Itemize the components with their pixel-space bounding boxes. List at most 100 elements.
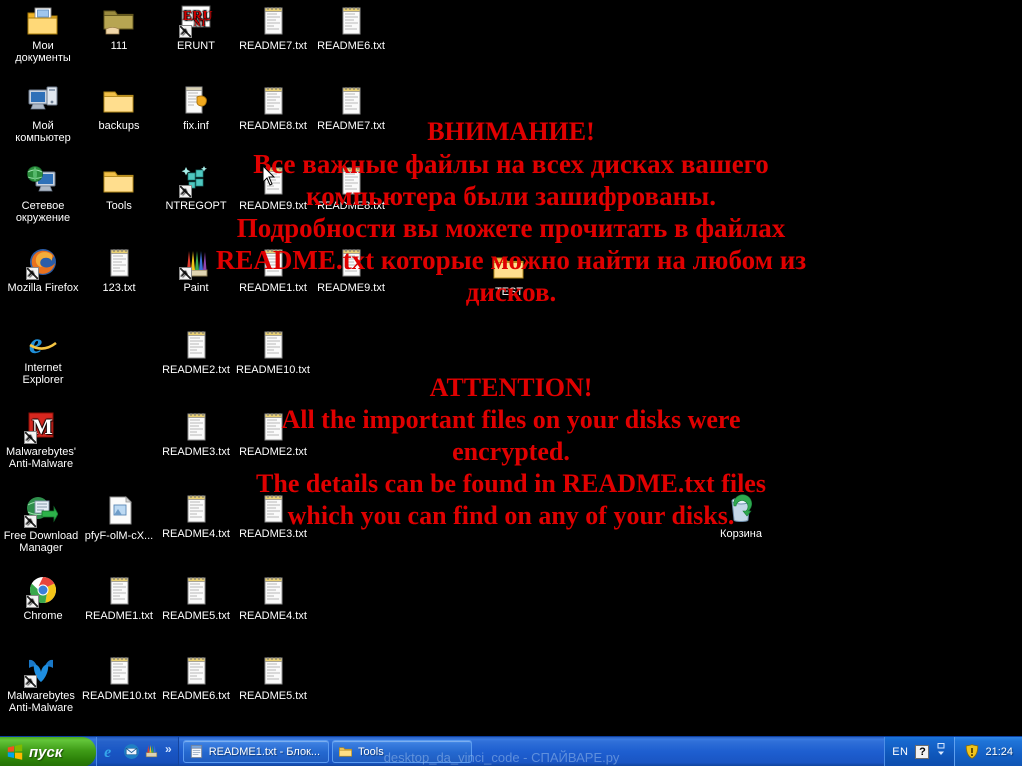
ransom-note-russian: ВНИМАНИЕ! Все важные файлы на всех диска… <box>0 116 1022 308</box>
paint-icon[interactable] <box>143 743 160 760</box>
notepad-file-icon <box>102 654 136 688</box>
desktop-icon-label: Мои документы <box>15 40 71 64</box>
desktop-icon-label: README6.txt <box>317 40 385 52</box>
desktop-icon[interactable]: ↗ Chrome <box>4 574 82 622</box>
notepad-file-icon <box>179 574 213 608</box>
desktop-icon-label: README7.txt <box>239 40 307 52</box>
my-computer-icon <box>26 84 60 118</box>
folder-icon <box>102 84 136 118</box>
folder-shared-icon <box>102 4 136 38</box>
shortcut-arrow-icon: ↗ <box>25 677 33 687</box>
svg-text:e: e <box>29 327 42 360</box>
desktop-icon[interactable]: README4.txt <box>234 574 312 622</box>
taskbar[interactable]: пуск e » README1.txt - Блок... Tools des… <box>0 736 1022 766</box>
restore-down-glyph-icon <box>937 743 945 755</box>
desktop-icon[interactable]: README5.txt <box>234 654 312 702</box>
notepad-file-icon <box>256 84 290 118</box>
internet-explorer-icon[interactable]: e <box>103 743 120 760</box>
ransom-en-line-2: encrypted. <box>452 437 570 466</box>
shortcut-arrow-icon: ↗ <box>27 269 35 279</box>
quick-launch-overflow-chevron-icon[interactable]: » <box>163 742 174 761</box>
desktop-icon[interactable]: 111 <box>80 4 158 52</box>
ransom-note-english: ATTENTION! All the important files on yo… <box>0 372 1022 532</box>
desktop-icon[interactable]: README6.txt <box>312 4 390 52</box>
desktop-icon[interactable]: README1.txt <box>80 574 158 622</box>
outlook-express-icon[interactable] <box>123 743 140 760</box>
start-button[interactable]: пуск <box>0 737 96 766</box>
desktop-icon[interactable]: ERU NT ↗ ERUNT <box>157 4 235 52</box>
notepad-file-icon <box>256 328 290 362</box>
desktop-icon[interactable]: README6.txt <box>157 654 235 702</box>
desktop-icon-label: README4.txt <box>239 610 307 622</box>
notepad-file-icon <box>334 4 368 38</box>
desktop-icon-label: ERUNT <box>177 40 215 52</box>
my-documents-icon <box>26 4 60 38</box>
desktop-icon-label: README5.txt <box>162 610 230 622</box>
desktop-icon[interactable]: README5.txt <box>157 574 235 622</box>
ransom-en-heading: ATTENTION! <box>429 373 593 402</box>
notepad-window-icon <box>190 744 202 759</box>
desktop-screen: Мои документы Мой компьютер Сетевое окружение… <box>0 0 1022 766</box>
shortcut-arrow-icon: ↗ <box>180 27 188 37</box>
help-icon[interactable]: ? <box>915 744 930 759</box>
start-button-label: пуск <box>29 743 63 761</box>
task-button[interactable]: Tools <box>332 740 473 763</box>
shortcut-arrow-icon: ↗ <box>25 433 33 443</box>
ransom-en-line-1: All the important files on your disks we… <box>281 405 741 434</box>
ransom-ru-heading: ВНИМАНИЕ! <box>427 117 595 146</box>
notepad-file-icon <box>256 4 290 38</box>
desktop-icon-label: Free Download Manager <box>3 530 79 554</box>
desktop-icon-label: README1.txt <box>85 610 153 622</box>
erunt-icon: ERU NT ↗ <box>179 4 213 38</box>
notepad-file-icon <box>256 574 290 608</box>
shortcut-arrow-icon: ↗ <box>27 597 35 607</box>
desktop-icon-label: README5.txt <box>239 690 307 702</box>
ransom-ru-line-2: компьютера были зашифрованы. <box>306 181 716 211</box>
chrome-icon: ↗ <box>26 574 60 608</box>
security-shield-icon[interactable] <box>965 744 979 759</box>
svg-text:NT: NT <box>194 18 207 28</box>
ransom-ru-line-1: Все важные файлы на всех дисках вашего <box>253 149 769 179</box>
desktop-icon-area[interactable]: Мои документы Мой компьютер Сетевое окружение… <box>0 0 1022 736</box>
desktop-icon-label: 111 <box>110 40 128 52</box>
tray-expand-icon[interactable] <box>936 742 946 761</box>
desktop-icon[interactable]: README10.txt <box>80 654 158 702</box>
desktop-icon[interactable]: Мои документы <box>4 4 82 64</box>
clock-label: 21:24 <box>985 745 1013 758</box>
system-tray[interactable]: EN ? <box>884 737 955 766</box>
shortcut-arrow-icon: ↗ <box>180 269 188 279</box>
desktop-icon-label: README6.txt <box>162 690 230 702</box>
quick-launch-bar[interactable]: e » <box>96 737 179 766</box>
task-button-area[interactable]: README1.txt - Блок... Tools desktop_da_v… <box>179 737 885 766</box>
notepad-file-icon <box>334 84 368 118</box>
ransom-en-line-4: which you can find on any of your disks. <box>287 501 735 530</box>
ransom-ru-line-4: README.txt которые можно найти на любом … <box>215 245 807 275</box>
task-button-label: Tools <box>358 745 384 758</box>
svg-text:e: e <box>104 744 111 760</box>
malwarebytes-bird-icon: ↗ <box>24 654 58 688</box>
ransom-ru-line-5: дисков. <box>465 277 557 307</box>
ransom-en-line-3: The details can be found in README.txt f… <box>256 469 766 498</box>
notepad-file-icon <box>102 574 136 608</box>
task-button-label: README1.txt - Блок... <box>208 745 321 758</box>
desktop-icon[interactable]: ↗ Malwarebytes Anti-Malware <box>2 654 80 714</box>
desktop-icon-label: README10.txt <box>82 690 156 702</box>
internet-explorer-icon: e <box>26 326 60 360</box>
desktop-icon-label: Chrome <box>23 610 63 622</box>
desktop-icon-label: Malwarebytes Anti-Malware <box>7 690 75 714</box>
desktop-icon[interactable]: README7.txt <box>234 4 312 52</box>
shortcut-arrow-icon: ↗ <box>25 517 33 527</box>
windows-flag-icon <box>7 744 23 760</box>
language-indicator[interactable]: EN <box>892 746 908 758</box>
folder-window-icon <box>339 747 353 757</box>
inf-file-icon <box>179 84 213 118</box>
notepad-file-icon <box>179 654 213 688</box>
clock-area[interactable]: 21:24 <box>954 737 1022 766</box>
desktop-icon[interactable]: README10.txt <box>234 328 312 376</box>
desktop-icon[interactable]: README2.txt <box>157 328 235 376</box>
shortcut-arrow-icon: ↗ <box>180 187 188 197</box>
ransom-ru-line-3: Подробности вы можете прочитать в файлах <box>236 213 786 243</box>
notepad-file-icon <box>179 328 213 362</box>
notepad-file-icon <box>256 654 290 688</box>
task-button[interactable]: README1.txt - Блок... <box>182 740 330 763</box>
